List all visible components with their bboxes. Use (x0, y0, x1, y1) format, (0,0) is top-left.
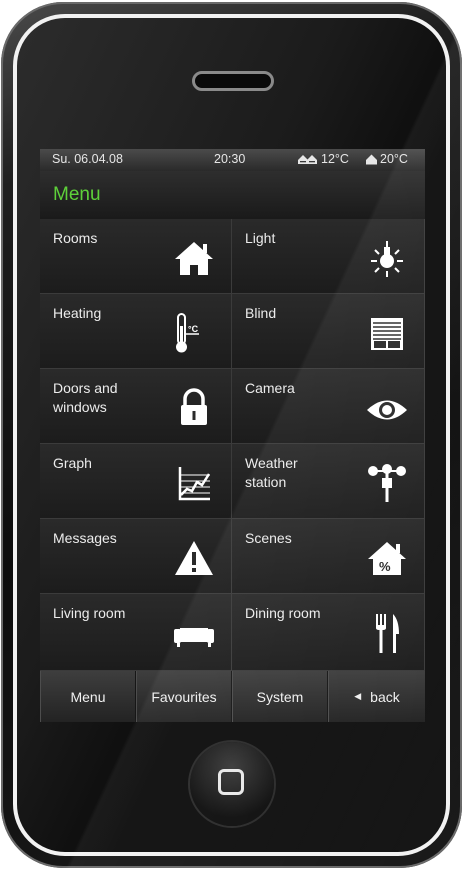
home-square-icon (218, 769, 244, 795)
outdoor-temperature: 12°C (298, 152, 349, 166)
nav-back-button[interactable]: ◀ back (328, 671, 425, 722)
tile-label: Messages (53, 530, 117, 546)
house-percent-icon: % (366, 537, 408, 579)
nav-favourites-button[interactable]: Favourites (136, 671, 232, 722)
tile-light[interactable]: Light (232, 219, 425, 294)
title-bar: Menu (40, 171, 425, 220)
cutlery-icon (366, 612, 408, 654)
graph-icon (173, 462, 215, 504)
scenes-percent-symbol: % (379, 559, 391, 574)
nav-favourites-label: Favourites (151, 688, 217, 705)
padlock-icon (173, 387, 215, 429)
tile-label: Graph (53, 455, 92, 471)
tile-graph[interactable]: Graph (40, 444, 232, 519)
indoor-temperature: 20°C (366, 152, 408, 166)
tile-label: Camera (245, 380, 295, 396)
tile-camera[interactable]: Camera (232, 369, 425, 444)
thermometer-unit: °C (188, 324, 199, 334)
tile-weather-station[interactable]: Weather station (232, 444, 425, 519)
bottom-navigation: Menu Favourites System ◀ back (40, 671, 425, 722)
light-bulb-icon (366, 237, 408, 279)
tile-rooms[interactable]: Rooms (40, 219, 232, 294)
back-arrow-icon: ◀ (354, 691, 362, 701)
tile-label: Heating (53, 305, 102, 321)
thermometer-icon: °C (173, 312, 215, 354)
tile-label: Rooms (53, 230, 98, 246)
outdoor-temp-value: 12°C (321, 152, 349, 166)
nav-menu-label: Menu (70, 688, 106, 705)
tile-scenes[interactable]: Scenes % (232, 519, 425, 594)
anemometer-icon (366, 462, 408, 504)
tile-label: Dining room (245, 605, 321, 621)
indoor-house-icon (366, 154, 377, 164)
nav-system-button[interactable]: System (232, 671, 328, 722)
tile-heating[interactable]: Heating °C (40, 294, 232, 369)
blind-icon (366, 312, 408, 354)
tile-doors-windows[interactable]: Doors and windows (40, 369, 232, 444)
status-date: Su. 06.04.08 (52, 152, 123, 166)
tile-label: Living room (53, 605, 126, 621)
speaker-grille (192, 71, 274, 91)
sofa-icon (173, 612, 215, 654)
warning-icon (173, 537, 215, 579)
nav-back-label: back (370, 688, 400, 705)
outdoor-houses-icon (298, 154, 317, 164)
tile-label: Blind (245, 305, 277, 321)
house-icon (173, 237, 215, 279)
indoor-temp-value: 20°C (380, 152, 408, 166)
tile-messages[interactable]: Messages (40, 519, 232, 594)
status-time: 20:30 (214, 152, 246, 166)
eye-icon (366, 387, 408, 429)
screen: Su. 06.04.08 20:30 12°C 20°C Menu Rooms (40, 149, 425, 722)
tile-blind[interactable]: Blind (232, 294, 425, 369)
menu-grid: Rooms Light Heating °C Blind Doors and w… (40, 219, 425, 671)
page-title: Menu (53, 184, 101, 205)
tile-dining-room[interactable]: Dining room (232, 594, 425, 671)
status-bar: Su. 06.04.08 20:30 12°C 20°C (40, 149, 425, 171)
tile-label: Light (245, 230, 276, 246)
tile-label: Doors and windows (53, 380, 118, 415)
home-button[interactable] (190, 742, 274, 826)
tile-label: Weather station (245, 455, 298, 490)
nav-system-label: System (256, 688, 304, 705)
tile-label: Scenes (245, 530, 292, 546)
tile-living-room[interactable]: Living room (40, 594, 232, 671)
nav-menu-button[interactable]: Menu (40, 671, 136, 722)
